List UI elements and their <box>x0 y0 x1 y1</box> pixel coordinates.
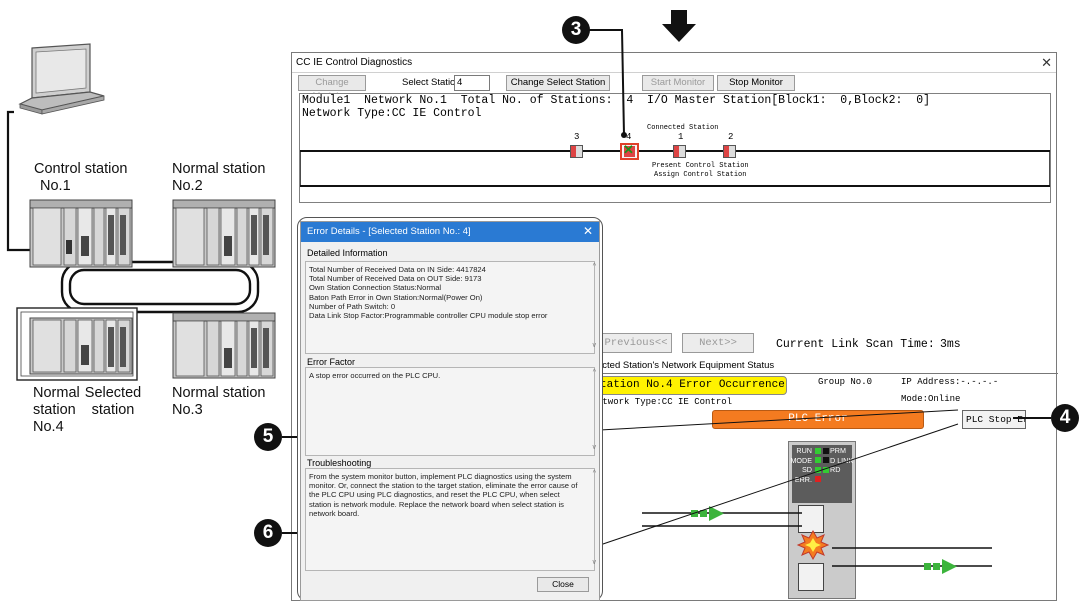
callout-6: 6 <box>254 519 282 547</box>
troubleshooting-scroll-down-icon[interactable]: v <box>593 559 597 566</box>
detailed-info-label: Detailed Information <box>307 248 388 258</box>
detailed-scroll-up-icon[interactable]: ^ <box>593 263 596 270</box>
detailed-info-text[interactable]: Total Number of Received Data on IN Side… <box>305 261 595 354</box>
troubleshooting-scroll-up-icon[interactable]: ^ <box>593 470 596 477</box>
troubleshooting-label: Troubleshooting <box>307 458 372 468</box>
troubleshooting-text[interactable]: From the system monitor button, implemen… <box>305 468 595 571</box>
callout-3: 3 <box>562 16 590 44</box>
error-factor-text[interactable]: A stop error occurred on the PLC CPU. <box>305 367 595 456</box>
callout-5: 5 <box>254 423 282 451</box>
stage: Control station No.1 Normal station No.2… <box>0 0 1092 601</box>
detailed-scroll-down-icon[interactable]: v <box>593 342 597 349</box>
error-dialog-title: Error Details - [Selected Station No.: 4… <box>301 222 599 242</box>
error-details-dialog: Error Details - [Selected Station No.: 4… <box>300 221 600 601</box>
callout-4: 4 <box>1051 404 1079 432</box>
error-dialog-close-icon[interactable]: ✕ <box>583 224 593 238</box>
error-factor-label: Error Factor <box>307 357 356 367</box>
close-button[interactable]: Close <box>537 577 589 592</box>
factor-scroll-down-icon[interactable]: v <box>593 444 597 451</box>
factor-scroll-up-icon[interactable]: ^ <box>593 369 596 376</box>
